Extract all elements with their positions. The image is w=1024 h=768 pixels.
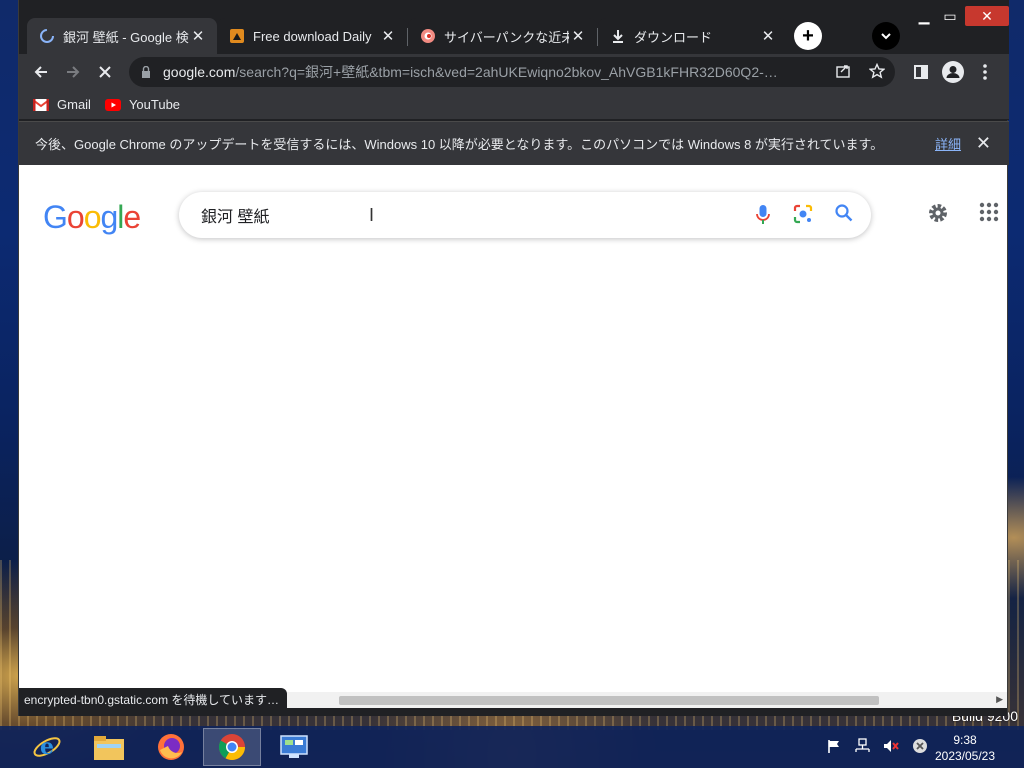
tray-error-icon[interactable] bbox=[912, 738, 928, 757]
page-content: Google 銀河 壁紙 I bbox=[19, 165, 1007, 692]
menu-button[interactable] bbox=[971, 58, 999, 86]
chrome-icon bbox=[218, 734, 246, 761]
settings-gear-icon[interactable] bbox=[927, 202, 949, 224]
search-box[interactable]: 銀河 壁紙 I bbox=[179, 192, 871, 238]
bookmark-label: YouTube bbox=[128, 97, 181, 112]
url-text: google.com/search?q=銀河+壁紙&tbm=isch&ved=2… bbox=[163, 62, 895, 82]
tab-search-button[interactable] bbox=[872, 22, 900, 50]
taskbar-ie[interactable]: e bbox=[18, 728, 76, 766]
bookmarks-bar: Gmail YouTube bbox=[19, 90, 1009, 120]
firefox-icon bbox=[158, 734, 184, 760]
update-infobar: 今後、Google Chrome のアップデートを受信するには、Windows … bbox=[19, 121, 1009, 165]
close-icon[interactable]: ✕ bbox=[379, 27, 397, 45]
tab-downloads[interactable]: ダウンロード ✕ bbox=[598, 18, 787, 54]
control-panel-icon bbox=[280, 735, 308, 758]
arrow-left-icon bbox=[34, 66, 47, 78]
new-tab-button[interactable]: + bbox=[794, 22, 822, 50]
close-icon[interactable]: ✕ bbox=[759, 27, 777, 45]
arrow-right-icon bbox=[67, 66, 80, 78]
status-bubble: encrypted-tbn0.gstatic.com を待機しています… bbox=[19, 688, 288, 710]
tab-cyberpunk[interactable]: サイバーパンクな近未来都市 ✕ bbox=[408, 18, 597, 54]
profile-avatar-icon bbox=[942, 61, 964, 83]
taskbar-control-panel[interactable] bbox=[265, 728, 323, 766]
tab-strip: 銀河 壁紙 - Google 検索 ✕ Free download Daily … bbox=[19, 0, 1009, 54]
close-icon[interactable]: ✕ bbox=[189, 27, 207, 45]
tab-title: サイバーパンクな近未来都市 bbox=[444, 29, 569, 45]
tab-free-download[interactable]: Free download Daily ✕ bbox=[217, 18, 407, 54]
system-tray bbox=[826, 738, 928, 757]
side-panel-icon bbox=[914, 65, 928, 79]
internet-explorer-icon: e bbox=[33, 734, 61, 760]
tab-title: 銀河 壁紙 - Google 検索 bbox=[63, 29, 189, 45]
bookmark-gmail[interactable]: Gmail bbox=[33, 97, 91, 112]
volume-muted-icon[interactable] bbox=[882, 738, 900, 757]
profile-button[interactable] bbox=[939, 58, 967, 86]
stop-x-icon bbox=[99, 66, 111, 78]
logo-letter: o bbox=[66, 199, 85, 235]
side-panel-button[interactable] bbox=[907, 58, 935, 86]
action-center-flag-icon[interactable] bbox=[826, 738, 842, 757]
scroll-right-icon[interactable]: ▶ bbox=[996, 694, 1003, 705]
tab-title: Free download Daily bbox=[253, 28, 372, 44]
url-host: google.com bbox=[163, 64, 236, 80]
lock-icon bbox=[141, 66, 153, 78]
microphone-icon[interactable] bbox=[755, 204, 771, 229]
logo-letter: G bbox=[43, 199, 68, 235]
youtube-icon bbox=[104, 98, 121, 111]
bookmark-youtube[interactable]: YouTube bbox=[104, 97, 181, 112]
forward-button[interactable] bbox=[59, 58, 87, 86]
kebab-menu-icon bbox=[983, 64, 987, 80]
apps-grid-icon[interactable] bbox=[979, 202, 999, 222]
star-bookmark-icon[interactable] bbox=[868, 62, 886, 82]
loading-spinner-icon bbox=[39, 28, 55, 44]
download-icon bbox=[610, 28, 626, 44]
chrome-window: 銀河 壁紙 - Google 検索 ✕ Free download Daily … bbox=[18, 0, 1009, 716]
bookmark-label: Gmail bbox=[57, 97, 91, 112]
file-explorer-folder-icon bbox=[94, 736, 124, 760]
gmail-icon bbox=[33, 98, 49, 111]
tab-title: ダウンロード bbox=[634, 29, 713, 45]
logo-letter: g bbox=[100, 199, 118, 235]
scrollbar-thumb[interactable] bbox=[339, 696, 879, 705]
url-path: /search?q=銀河+壁紙&tbm=isch&ved=2ahUKEwiqno… bbox=[235, 64, 778, 80]
address-bar[interactable]: google.com/search?q=銀河+壁紙&tbm=isch&ved=2… bbox=[129, 57, 895, 87]
maximize-button[interactable]: ▭ bbox=[935, 6, 965, 26]
stop-button[interactable] bbox=[91, 58, 119, 86]
text-cursor-icon: I bbox=[369, 205, 375, 225]
logo-letter: e bbox=[123, 199, 141, 235]
share-icon[interactable] bbox=[835, 63, 851, 82]
tab-google-search[interactable]: 銀河 壁紙 - Google 検索 ✕ bbox=[27, 18, 217, 54]
svg-text:e: e bbox=[40, 734, 54, 760]
taskbar-chrome[interactable] bbox=[203, 728, 261, 766]
taskbar-clock[interactable]: 9:38 2023/05/23 bbox=[930, 732, 1000, 764]
search-icon[interactable] bbox=[835, 204, 853, 229]
taskbar: e 9:38 2023/05/23 bbox=[0, 726, 1024, 768]
infobar-details-link[interactable]: 詳細 bbox=[935, 134, 961, 153]
wallpaper-site-icon bbox=[229, 28, 245, 44]
close-icon[interactable]: ✕ bbox=[569, 27, 587, 45]
window-close-button[interactable]: ✕ bbox=[965, 6, 1009, 26]
network-icon[interactable] bbox=[854, 738, 870, 757]
clock-date: 2023/05/23 bbox=[934, 749, 996, 763]
back-button[interactable] bbox=[27, 58, 55, 86]
site-favicon-icon bbox=[420, 28, 436, 44]
infobar-close-icon[interactable]: ✕ bbox=[976, 133, 991, 154]
taskbar-firefox[interactable] bbox=[142, 728, 200, 766]
chevron-down-icon bbox=[881, 33, 891, 40]
taskbar-explorer[interactable] bbox=[80, 728, 138, 766]
logo-letter: o bbox=[83, 199, 102, 235]
clock-time: 9:38 bbox=[953, 733, 977, 747]
google-logo[interactable]: Google bbox=[43, 199, 141, 236]
infobar-message: 今後、Google Chrome のアップデートを受信するには、Windows … bbox=[35, 137, 884, 152]
toolbar: google.com/search?q=銀河+壁紙&tbm=isch&ved=2… bbox=[19, 54, 1009, 90]
google-lens-icon[interactable] bbox=[793, 204, 813, 229]
